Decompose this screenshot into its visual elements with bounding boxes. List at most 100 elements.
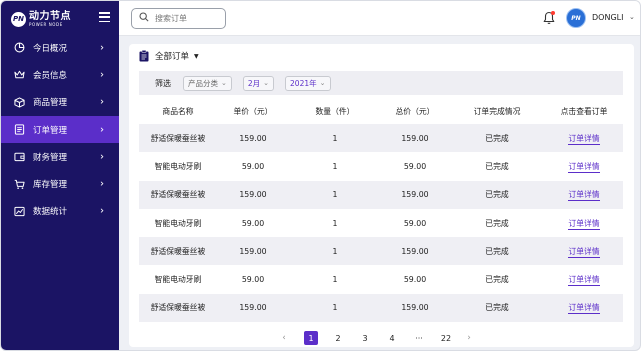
product-name-cell: 舒适保暖蚕丝被: [150, 133, 206, 143]
line-chart-icon: [13, 205, 25, 217]
year-select-value: 2021年: [290, 78, 317, 88]
sidebar-menu: 今日概况 › 会员信息 › 商品管理 › 订单管理 › 财务管理 › 库存管理 …: [1, 34, 119, 225]
product-name-cell: 舒适保暖蚕丝被: [150, 303, 206, 313]
table-row: 智能电动牙刷 59.00 1 59.00 已完成 订单详情: [139, 209, 623, 237]
status-cell: 已完成: [485, 190, 509, 200]
notification-bell-icon[interactable]: [543, 11, 555, 25]
total-price-cell: 159.00: [401, 133, 429, 143]
top-header: PN DONGLI ⌄: [119, 1, 640, 36]
table-header-row: 商品名称 单价（元） 数量（件） 总价（元） 订单完成情况 点击查看订单: [139, 99, 623, 124]
orders-panel: 全部订单 ▼ 筛选 产品分类 ⌄ 2月 ⌄ 2021年 ⌄ 商品名称 单价（元）…: [129, 44, 634, 347]
table-row: 舒适保暖蚕丝被 159.00 1 159.00 已完成 订单详情: [139, 293, 623, 323]
total-price-cell: 159.00: [401, 246, 429, 256]
action-cell: 订单详情: [545, 274, 623, 287]
order-detail-link[interactable]: 订单详情: [568, 161, 600, 173]
sidebar-item-label: 订单管理: [33, 125, 68, 136]
sidebar-item-label: 今日概况: [33, 43, 68, 54]
order-detail-link[interactable]: 订单详情: [568, 133, 600, 145]
order-detail-link[interactable]: 订单详情: [568, 190, 600, 202]
action-cell: 订单详情: [545, 133, 623, 145]
brand-name-en: POWER NODE: [29, 21, 63, 27]
orders-table: 商品名称 单价（元） 数量（件） 总价（元） 订单完成情况 点击查看订单 舒适保…: [139, 99, 623, 323]
crown-icon: [13, 69, 25, 81]
page-button[interactable]: 22: [439, 331, 453, 345]
order-detail-link[interactable]: 订单详情: [568, 275, 600, 287]
username[interactable]: DONGLI: [592, 13, 623, 22]
page-button[interactable]: 2: [331, 331, 345, 345]
chevron-right-icon: ›: [100, 124, 104, 136]
sidebar-item-overview[interactable]: 今日概况 ›: [1, 34, 119, 61]
list-icon: [13, 124, 25, 136]
chevron-down-icon[interactable]: ⌄: [629, 13, 635, 21]
brand-logo[interactable]: PN 动力节点 POWER NODE: [11, 11, 71, 27]
total-price-cell: 59.00: [403, 275, 427, 285]
sidebar-item-orders[interactable]: 订单管理 ›: [1, 115, 119, 144]
order-detail-link[interactable]: 订单详情: [568, 246, 600, 258]
filter-label: 筛选: [155, 78, 171, 88]
product-name-cell: 舒适保暖蚕丝被: [150, 246, 206, 256]
status-cell: 已完成: [485, 161, 509, 171]
pie-chart-icon: [13, 42, 25, 54]
column-header: 总价（元）: [395, 107, 435, 116]
orders-title-text: 全部订单: [155, 52, 190, 62]
search-box[interactable]: [131, 8, 226, 29]
unit-price-cell: 159.00: [239, 246, 267, 256]
total-price-cell: 59.00: [403, 218, 427, 228]
sidebar-item-label: 库存管理: [33, 180, 68, 191]
status-cell: 已完成: [485, 218, 509, 228]
column-header: 商品名称: [162, 107, 194, 116]
quantity-cell: 1: [332, 133, 338, 143]
box-icon: [13, 96, 25, 108]
search-icon: [139, 12, 149, 25]
action-cell: 订单详情: [545, 189, 623, 202]
column-header: 单价（元）: [233, 107, 273, 116]
year-select[interactable]: 2021年 ⌄: [285, 75, 331, 91]
sidebar-item-statistics[interactable]: 数据统计 ›: [1, 198, 119, 225]
sidebar-item-products[interactable]: 商品管理 ›: [1, 89, 119, 116]
action-cell: 订单详情: [545, 246, 623, 258]
table-row: 舒适保暖蚕丝被 159.00 1 159.00 已完成 订单详情: [139, 124, 623, 153]
quantity-cell: 1: [332, 275, 338, 285]
page-button[interactable]: 4: [385, 331, 399, 345]
orders-title[interactable]: 全部订单 ▼: [139, 50, 199, 62]
filter-bar: 筛选 产品分类 ⌄ 2月 ⌄ 2021年 ⌄: [139, 71, 623, 95]
prev-page-button[interactable]: ‹: [277, 331, 291, 345]
sidebar-item-finance[interactable]: 财务管理 ›: [1, 143, 119, 170]
column-header: 点击查看订单: [560, 107, 608, 116]
product-name-cell: 智能电动牙刷: [154, 275, 202, 285]
total-price-cell: 59.00: [403, 161, 427, 171]
quantity-cell: 1: [332, 303, 338, 313]
action-cell: 订单详情: [545, 302, 623, 315]
sidebar-item-members[interactable]: 会员信息 ›: [1, 61, 119, 88]
chevron-right-icon: ›: [100, 151, 104, 163]
product-name-cell: 舒适保暖蚕丝被: [150, 190, 206, 200]
brand-name-cn: 动力节点: [29, 10, 71, 22]
order-detail-link[interactable]: 订单详情: [568, 303, 600, 315]
status-cell: 已完成: [485, 246, 509, 256]
quantity-cell: 1: [332, 190, 338, 200]
unit-price-cell: 159.00: [239, 303, 267, 313]
total-price-cell: 159.00: [401, 303, 429, 313]
quantity-cell: 1: [332, 246, 338, 256]
cart-icon: [13, 178, 25, 190]
total-price-cell: 159.00: [401, 190, 429, 200]
page-ellipsis: ···: [415, 333, 423, 343]
search-input[interactable]: [155, 14, 220, 23]
avatar[interactable]: PN: [566, 8, 586, 28]
page-button[interactable]: 3: [358, 331, 372, 345]
menu-toggle-icon[interactable]: [99, 12, 110, 22]
product-name-cell: 智能电动牙刷: [154, 161, 202, 171]
order-detail-link[interactable]: 订单详情: [568, 218, 600, 230]
quantity-cell: 1: [332, 218, 338, 228]
chevron-down-icon: ⌄: [319, 79, 326, 87]
table-row: 智能电动牙刷 59.00 1 59.00 已完成 订单详情: [139, 265, 623, 293]
sidebar-item-label: 会员信息: [33, 70, 68, 81]
page-button[interactable]: 1: [304, 331, 318, 345]
sidebar-item-inventory[interactable]: 库存管理 ›: [1, 170, 119, 197]
chevron-right-icon: ›: [100, 205, 104, 217]
month-select[interactable]: 2月 ⌄: [242, 75, 275, 91]
caret-down-icon: ▼: [194, 52, 199, 60]
next-page-button[interactable]: ›: [462, 331, 476, 345]
sidebar: PN 动力节点 POWER NODE 今日概况 › 会员信息 › 商品管理 › …: [1, 1, 119, 350]
category-select[interactable]: 产品分类 ⌄: [183, 75, 232, 91]
